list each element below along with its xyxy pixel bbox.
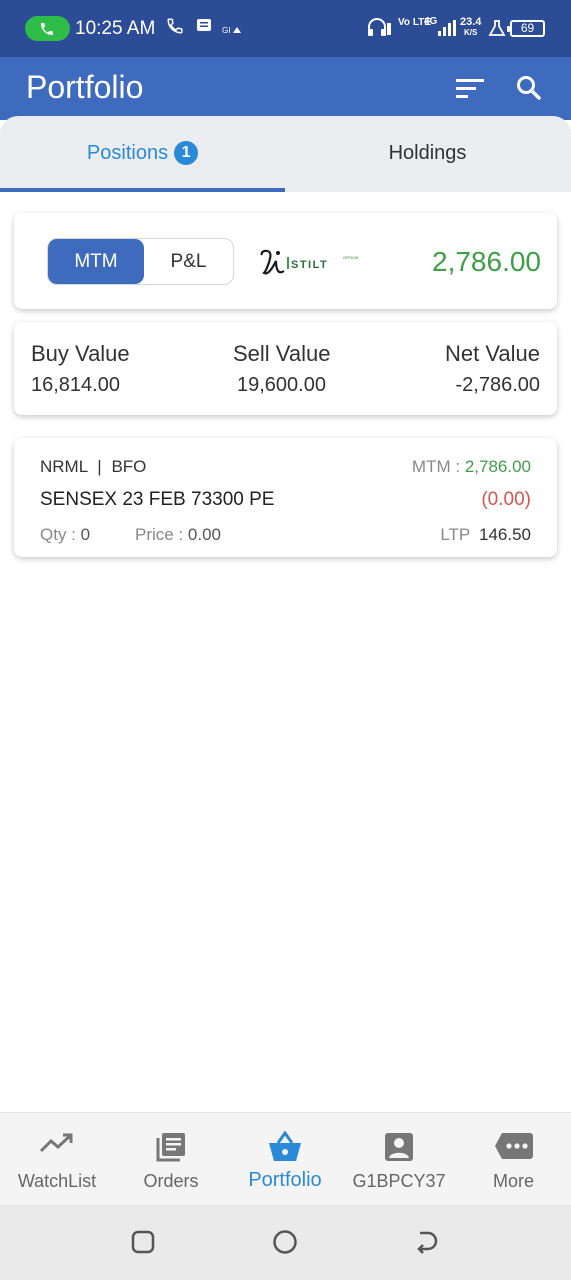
qty-value: 0 bbox=[80, 525, 91, 544]
active-tab-indicator bbox=[0, 188, 285, 192]
page-title: Portfolio bbox=[26, 69, 144, 105]
network-speed: 23.4 K/S bbox=[460, 17, 481, 38]
price-label: Price : bbox=[135, 525, 184, 544]
mtm-pl-toggle: MTM P&L bbox=[47, 238, 234, 285]
net-value: -2,786.00 bbox=[455, 374, 540, 396]
more-icon bbox=[494, 1133, 533, 1159]
position-mtm: MTM : 2,786.00 bbox=[412, 457, 531, 477]
recent-apps-icon[interactable] bbox=[130, 1229, 156, 1255]
position-card[interactable]: NRML | BFO MTM : 2,786.00 SENSEX 23 FEB … bbox=[14, 438, 557, 557]
network-speed-value: 23.4 bbox=[460, 16, 482, 28]
nav-more-label: More bbox=[492, 1171, 534, 1191]
phone-icon bbox=[41, 23, 53, 35]
buy-value: 16,814.00 bbox=[31, 374, 120, 396]
network-speed-unit: K/S bbox=[464, 28, 478, 37]
filter-sort-icon[interactable] bbox=[456, 77, 486, 104]
svg-text:STILT: STILT bbox=[291, 259, 328, 271]
stilt-logo: STILT OFFICIAL bbox=[258, 247, 362, 284]
positions-count-badge: 1 bbox=[174, 141, 199, 165]
tab-holdings-label: Holdings bbox=[388, 142, 467, 164]
product-type: NRML bbox=[40, 457, 88, 476]
lab-flask-icon bbox=[488, 19, 506, 42]
ltp-value: 146.50 bbox=[479, 525, 531, 544]
tab-positions-label: Positions bbox=[86, 142, 169, 164]
nav-account[interactable]: G1BPCY37 bbox=[342, 1113, 456, 1206]
account-icon bbox=[385, 1133, 413, 1161]
position-price: Price : 0.00 bbox=[135, 525, 221, 545]
system-navigation-bar bbox=[0, 1205, 571, 1280]
sell-value-label: Sell Value bbox=[233, 341, 331, 366]
headphones-icon bbox=[366, 17, 392, 42]
nav-account-label: G1BPCY37 bbox=[352, 1171, 446, 1191]
message-icon bbox=[196, 17, 212, 38]
app-notification-icon: GI bbox=[222, 22, 242, 40]
status-bar: 10:25 AM GI Vo LTE 4G 23.4 K/S 69 bbox=[0, 0, 571, 57]
ongoing-call-indicator[interactable] bbox=[25, 16, 70, 41]
battery-indicator: 69 bbox=[507, 20, 545, 37]
svg-text:OFFICIAL: OFFICIAL bbox=[343, 255, 358, 260]
position-qty: Qty : 0 bbox=[40, 525, 90, 545]
nav-more[interactable]: More bbox=[456, 1113, 571, 1206]
mtm-label: MTM : bbox=[411, 457, 461, 476]
nav-portfolio-label: Portfolio bbox=[248, 1169, 322, 1191]
tab-positions[interactable]: Positions 1 bbox=[0, 116, 285, 192]
exchange: BFO bbox=[111, 457, 147, 476]
nav-orders[interactable]: Orders bbox=[114, 1113, 228, 1206]
basket-icon bbox=[269, 1131, 301, 1161]
ltp-label: LTP bbox=[440, 525, 471, 544]
position-symbol: SENSEX 23 FEB 73300 PE bbox=[40, 489, 275, 510]
status-time: 10:25 AM bbox=[75, 18, 156, 39]
toggle-mtm-button[interactable]: MTM bbox=[48, 239, 144, 284]
nav-watchlist[interactable]: WatchList bbox=[0, 1113, 114, 1206]
product-separator: | bbox=[97, 457, 102, 476]
summary-value: 2,786.00 bbox=[432, 246, 541, 277]
sell-value: 19,600.00 bbox=[237, 374, 326, 396]
home-icon[interactable] bbox=[272, 1229, 298, 1255]
nav-orders-label: Orders bbox=[143, 1171, 199, 1191]
orders-icon bbox=[156, 1133, 185, 1162]
nav-watchlist-label: WatchList bbox=[17, 1171, 97, 1191]
nav-portfolio[interactable]: Portfolio bbox=[228, 1113, 342, 1206]
position-product: NRML | BFO bbox=[40, 457, 146, 477]
totals-card: Buy Value 16,814.00 Sell Value 19,600.00… bbox=[14, 322, 557, 415]
portfolio-tabs: Positions 1 Holdings bbox=[0, 116, 571, 192]
position-ltp: LTP 146.50 bbox=[440, 525, 531, 545]
mtm-value: 2,786.00 bbox=[464, 457, 531, 476]
tab-holdings[interactable]: Holdings bbox=[285, 116, 570, 192]
call-icon bbox=[166, 17, 184, 40]
bottom-navigation: WatchList Orders Portfolio G1BPCY37 More bbox=[0, 1112, 571, 1205]
svg-text:GI: GI bbox=[222, 26, 230, 35]
position-change: (0.00) bbox=[481, 489, 531, 510]
signal-icon bbox=[436, 20, 456, 41]
trending-up-icon bbox=[39, 1133, 73, 1153]
qty-label: Qty : bbox=[40, 525, 76, 544]
back-icon[interactable] bbox=[414, 1229, 440, 1255]
buy-value-label: Buy Value bbox=[31, 341, 130, 366]
summary-card: MTM P&L STILT OFFICIAL 2,786.00 bbox=[14, 213, 557, 309]
net-value-label: Net Value bbox=[445, 341, 540, 366]
price-value: 0.00 bbox=[187, 525, 222, 544]
search-icon[interactable] bbox=[516, 75, 542, 106]
toggle-pl-button[interactable]: P&L bbox=[144, 239, 233, 284]
